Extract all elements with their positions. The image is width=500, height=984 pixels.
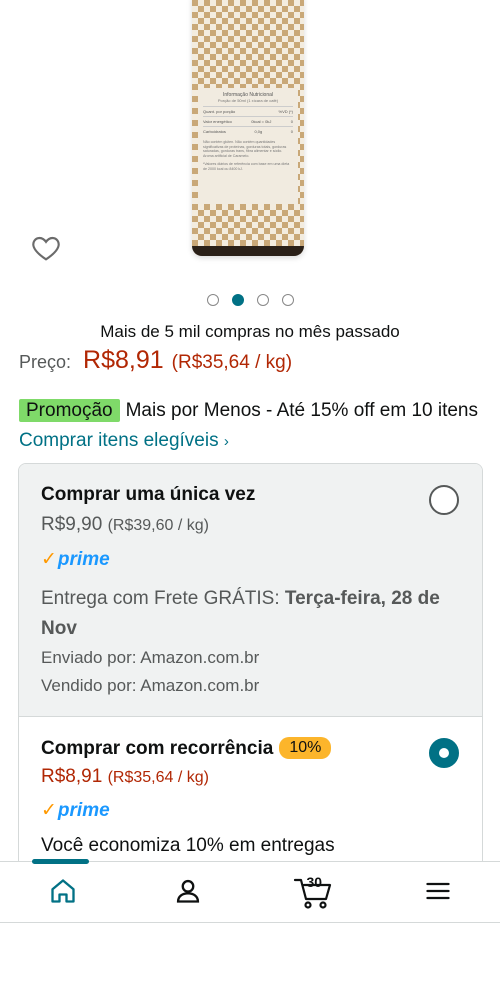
chevron-right-icon: › [223,433,229,450]
price-row: Preço: R$8,91 (R$35,64 / kg) [19,346,292,375]
option-title: Comprar com recorrência 10% [41,737,332,760]
menu-icon [424,877,452,910]
one-time-purchase-option[interactable]: Comprar uma única vez R$9,90 (R$39,60 / … [19,464,482,717]
bag-bottom [192,246,304,256]
price-value: R$8,91 [83,346,164,374]
cart-count: 30 [306,874,323,890]
purchase-options: Comprar uma única vez R$9,90 (R$39,60 / … [18,463,483,883]
subscribe-radio[interactable] [429,738,459,768]
product-image[interactable]: Informação Nutricional Porção de 50ml (1… [0,0,500,290]
promotion: Promoção Mais por Menos - Até 15% off em … [19,396,489,457]
price-per-unit: (R$35,64 / kg) [171,352,293,373]
coffee-bag-image: Informação Nutricional Porção de 50ml (1… [192,0,304,256]
option-title: Comprar uma única vez [41,484,256,505]
sold-by: Vendido por: Amazon.com.br [41,676,260,695]
carousel-dot[interactable] [282,294,294,306]
savings-text: Você economiza 10% em entregas [41,835,335,856]
nutrition-row: Valor energético 0kcal = 0kJ 0 [203,116,293,126]
promotion-badge: Promoção [19,399,120,422]
option-price: R$9,90 (R$39,60 / kg) [41,514,209,535]
nutrition-note: Não contém glúten. Não contém quantidade… [203,140,287,158]
tab-home[interactable] [0,862,125,924]
prime-check-icon: ✓ [41,549,57,570]
delivery-info: Entrega com Frete GRÁTIS: Terça-feira, 2… [41,588,440,639]
nutrition-header-row: Quant. por porção %VD (*) [203,106,293,116]
carousel-dot-active[interactable] [232,294,244,306]
bottom-tab-bar: 30 [0,859,500,924]
shipped-by: Enviado por: Amazon.com.br [41,648,260,667]
prime-badge: ✓prime [41,800,110,821]
nutrition-portion: Porção de 50ml (1 xícara de café) [217,98,279,103]
carousel-dot[interactable] [207,294,219,306]
cart-icon: 30 [293,874,333,910]
nutrition-row: Carboidratos 0,0g 0 [203,126,293,136]
eligible-items-link[interactable]: Comprar itens elegíveis › [19,430,229,451]
nutrition-label: Informação Nutricional Porção de 50ml (1… [198,88,298,204]
price-label: Preço: [19,352,72,372]
nutrition-footnote: *Valores diários de referência com base … [203,162,290,171]
tab-menu[interactable] [375,862,500,924]
promotion-text: Mais por Menos - Até 15% off em 10 itens [125,400,478,421]
option-price: R$8,91 (R$35,64 / kg) [41,766,209,787]
heart-icon[interactable] [30,232,62,264]
prime-check-icon: ✓ [41,800,57,821]
carousel-dots [207,294,294,306]
home-icon [49,877,77,910]
carousel-dot[interactable] [257,294,269,306]
discount-badge: 10% [279,737,332,759]
prime-badge: ✓prime [41,549,110,570]
one-time-radio[interactable] [429,485,459,515]
subscribe-option[interactable]: Comprar com recorrência 10% R$8,91 (R$35,… [19,717,482,882]
account-icon [174,877,202,910]
tab-account[interactable] [125,862,250,924]
purchase-count-text: Mais de 5 mil compras no mês passado [100,322,400,341]
tab-cart[interactable]: 30 [250,862,375,924]
